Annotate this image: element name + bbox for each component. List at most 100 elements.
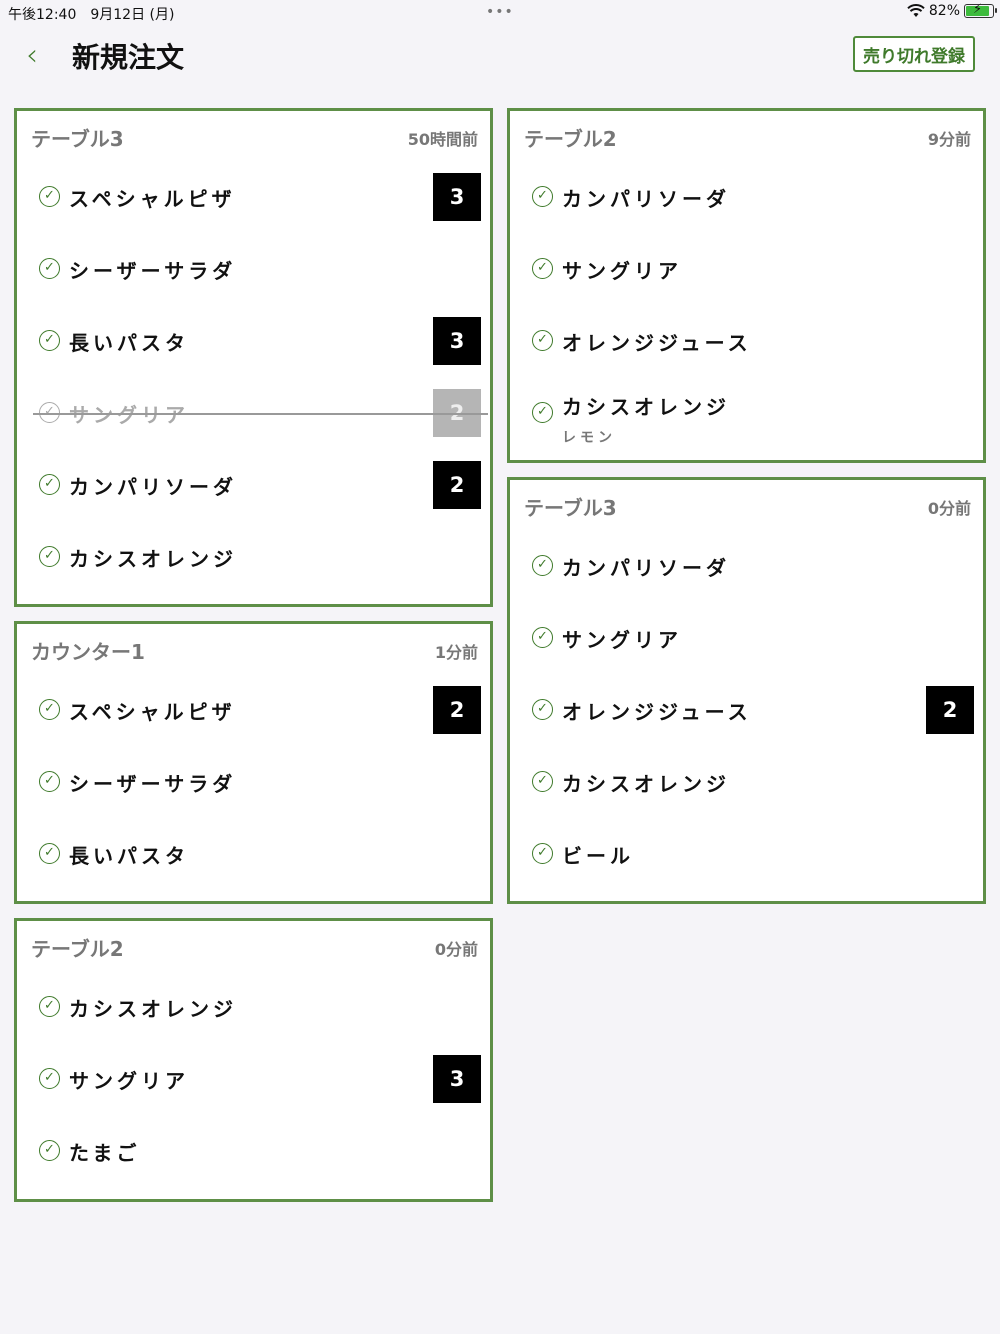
order-item-name: スペシャルピザ <box>69 700 236 724</box>
order-card: テーブル2 0分前 ✓ カシスオレンジ ✓ サングリア 3 ✓ たまご <box>14 918 493 1202</box>
order-item-row[interactable]: ✓ たまご <box>17 1115 490 1187</box>
check-circle-icon[interactable]: ✓ <box>39 771 60 792</box>
order-item-name: カンパリソーダ <box>69 475 237 499</box>
check-circle-icon[interactable]: ✓ <box>39 843 60 864</box>
order-item-name: 長いパスタ <box>69 844 189 868</box>
order-item-name: オレンジジュース <box>562 331 752 355</box>
order-item-row[interactable]: ✓ カンパリソーダ 2 <box>17 449 490 521</box>
navigation-bar: ‹ 新規注文 売り切れ登録 <box>0 26 1000 86</box>
check-circle-icon[interactable]: ✓ <box>39 1140 60 1161</box>
order-elapsed-time: 0分前 <box>927 499 971 518</box>
quantity-badge: 2 <box>433 461 481 509</box>
order-item-row[interactable]: ✓ 長いパスタ 3 <box>17 305 490 377</box>
order-table-name: テーブル2 <box>31 937 124 961</box>
check-circle-icon[interactable]: ✓ <box>39 996 60 1017</box>
order-card-header: テーブル2 0分前 <box>17 921 490 971</box>
order-item-row[interactable]: ✓ 長いパスタ <box>17 818 490 890</box>
order-item-row[interactable]: ✓ オレンジジュース <box>510 305 983 377</box>
order-item-row[interactable]: ✓ オレンジジュース 2 <box>510 674 983 746</box>
order-item-name: シーザーサラダ <box>69 259 237 283</box>
order-elapsed-time: 9分前 <box>927 130 971 149</box>
order-table-name: テーブル3 <box>31 127 124 151</box>
order-card: テーブル3 50時間前 ✓ スペシャルピザ 3 ✓ シーザーサラダ ✓ 長いパスタ 3 ✓ サングリア… <box>14 108 493 607</box>
status-indicators: 82% ⚡ <box>907 2 997 19</box>
quantity-badge: 3 <box>433 173 481 221</box>
order-item-row[interactable]: ✓ スペシャルピザ 3 <box>17 161 490 233</box>
status-time: 午後12:40 9月12日 (月) <box>8 7 175 23</box>
check-circle-icon[interactable]: ✓ <box>39 258 60 279</box>
order-table-name: テーブル3 <box>524 496 617 520</box>
check-circle-icon[interactable]: ✓ <box>532 258 553 279</box>
back-chevron-icon[interactable]: ‹ <box>26 38 38 73</box>
order-item-name: サングリア <box>562 628 682 652</box>
check-circle-icon[interactable]: ✓ <box>39 474 60 495</box>
order-item-row[interactable]: ✓ シーザーサラダ <box>17 233 490 305</box>
check-circle-icon[interactable]: ✓ <box>532 555 553 576</box>
check-circle-icon[interactable]: ✓ <box>532 699 553 720</box>
order-card: テーブル2 9分前 ✓ カンパリソーダ ✓ サングリア ✓ オレンジジュース ✓ カシスオレンジレ… <box>507 108 986 463</box>
status-bar: 午後12:40 9月12日 (月) ••• 82% ⚡ <box>0 0 1000 26</box>
charging-icon: ⚡ <box>973 2 983 17</box>
order-item-name: 長いパスタ <box>69 331 189 355</box>
order-item-name: カシスオレンジ <box>69 997 237 1021</box>
order-card-header: カウンター1 1分前 <box>17 624 490 674</box>
order-item-name: カシスオレンジ <box>69 547 237 571</box>
order-item-row[interactable]: ✓サングリア2 <box>17 377 490 449</box>
order-table-name: テーブル2 <box>524 127 617 151</box>
check-circle-icon[interactable]: ✓ <box>39 1068 60 1089</box>
order-card-header: テーブル2 9分前 <box>510 111 983 161</box>
order-item-row[interactable]: ✓ サングリア <box>510 233 983 305</box>
check-circle-icon[interactable]: ✓ <box>39 330 60 351</box>
order-item-row[interactable]: ✓ カシスオレンジ <box>510 746 983 818</box>
battery-icon: ⚡ <box>964 2 997 18</box>
order-item-name: カンパリソーダ <box>562 556 730 580</box>
order-item-name: たまご <box>69 1141 141 1165</box>
check-circle-icon[interactable]: ✓ <box>39 699 60 720</box>
order-elapsed-time: 1分前 <box>434 643 478 662</box>
quantity-badge: 2 <box>433 686 481 734</box>
order-item-name: カンパリソーダ <box>562 187 730 211</box>
order-elapsed-time: 50時間前 <box>407 130 478 149</box>
order-item-row[interactable]: ✓ カシスオレンジレモン <box>510 377 983 449</box>
check-circle-icon[interactable]: ✓ <box>39 186 60 207</box>
battery-percent: 82% <box>928 3 960 19</box>
check-circle-icon[interactable]: ✓ <box>532 330 553 351</box>
order-item-name: シーザーサラダ <box>69 772 237 796</box>
order-item-row[interactable]: ✓ カンパリソーダ <box>510 530 983 602</box>
check-circle-icon[interactable]: ✓ <box>532 843 553 864</box>
order-item-row[interactable]: ✓ カシスオレンジ <box>17 971 490 1043</box>
soldout-register-button[interactable]: 売り切れ登録 <box>853 36 975 72</box>
order-card-header: テーブル3 0分前 <box>510 480 983 530</box>
order-card: カウンター1 1分前 ✓ スペシャルピザ 2 ✓ シーザーサラダ ✓ 長いパスタ <box>14 621 493 904</box>
strikethrough-line <box>33 413 488 415</box>
check-circle-icon[interactable]: ✓ <box>532 402 553 423</box>
order-table-name: カウンター1 <box>31 640 145 664</box>
check-circle-icon[interactable]: ✓ <box>39 546 60 567</box>
order-item-row[interactable]: ✓ サングリア <box>510 602 983 674</box>
order-item-name: サングリア <box>562 259 682 283</box>
order-card: テーブル3 0分前 ✓ カンパリソーダ ✓ サングリア ✓ オレンジジュース 2 ✓ カシスオレンジ… <box>507 477 986 904</box>
check-circle-icon[interactable]: ✓ <box>532 627 553 648</box>
order-item-name: カシスオレンジ <box>562 395 730 419</box>
quantity-badge: 3 <box>433 317 481 365</box>
multitask-dots-icon[interactable]: ••• <box>486 4 514 20</box>
quantity-badge: 2 <box>926 686 974 734</box>
check-circle-icon[interactable]: ✓ <box>532 186 553 207</box>
order-item-row[interactable]: ✓ シーザーサラダ <box>17 746 490 818</box>
order-item-row[interactable]: ✓ ビール <box>510 818 983 890</box>
order-item-name: スペシャルピザ <box>69 187 236 211</box>
page-title: 新規注文 <box>72 41 185 74</box>
order-item-row[interactable]: ✓ カンパリソーダ <box>510 161 983 233</box>
order-elapsed-time: 0分前 <box>434 940 478 959</box>
order-item-option: レモン <box>562 430 616 446</box>
order-card-header: テーブル3 50時間前 <box>17 111 490 161</box>
order-item-row[interactable]: ✓ スペシャルピザ 2 <box>17 674 490 746</box>
order-item-name: オレンジジュース <box>562 700 752 724</box>
quantity-badge: 3 <box>433 1055 481 1103</box>
check-circle-icon[interactable]: ✓ <box>532 771 553 792</box>
order-item-name: サングリア <box>69 1069 189 1093</box>
order-item-row[interactable]: ✓ カシスオレンジ <box>17 521 490 593</box>
order-item-name: ビール <box>562 844 634 868</box>
order-item-name: カシスオレンジ <box>562 772 730 796</box>
order-item-row[interactable]: ✓ サングリア 3 <box>17 1043 490 1115</box>
